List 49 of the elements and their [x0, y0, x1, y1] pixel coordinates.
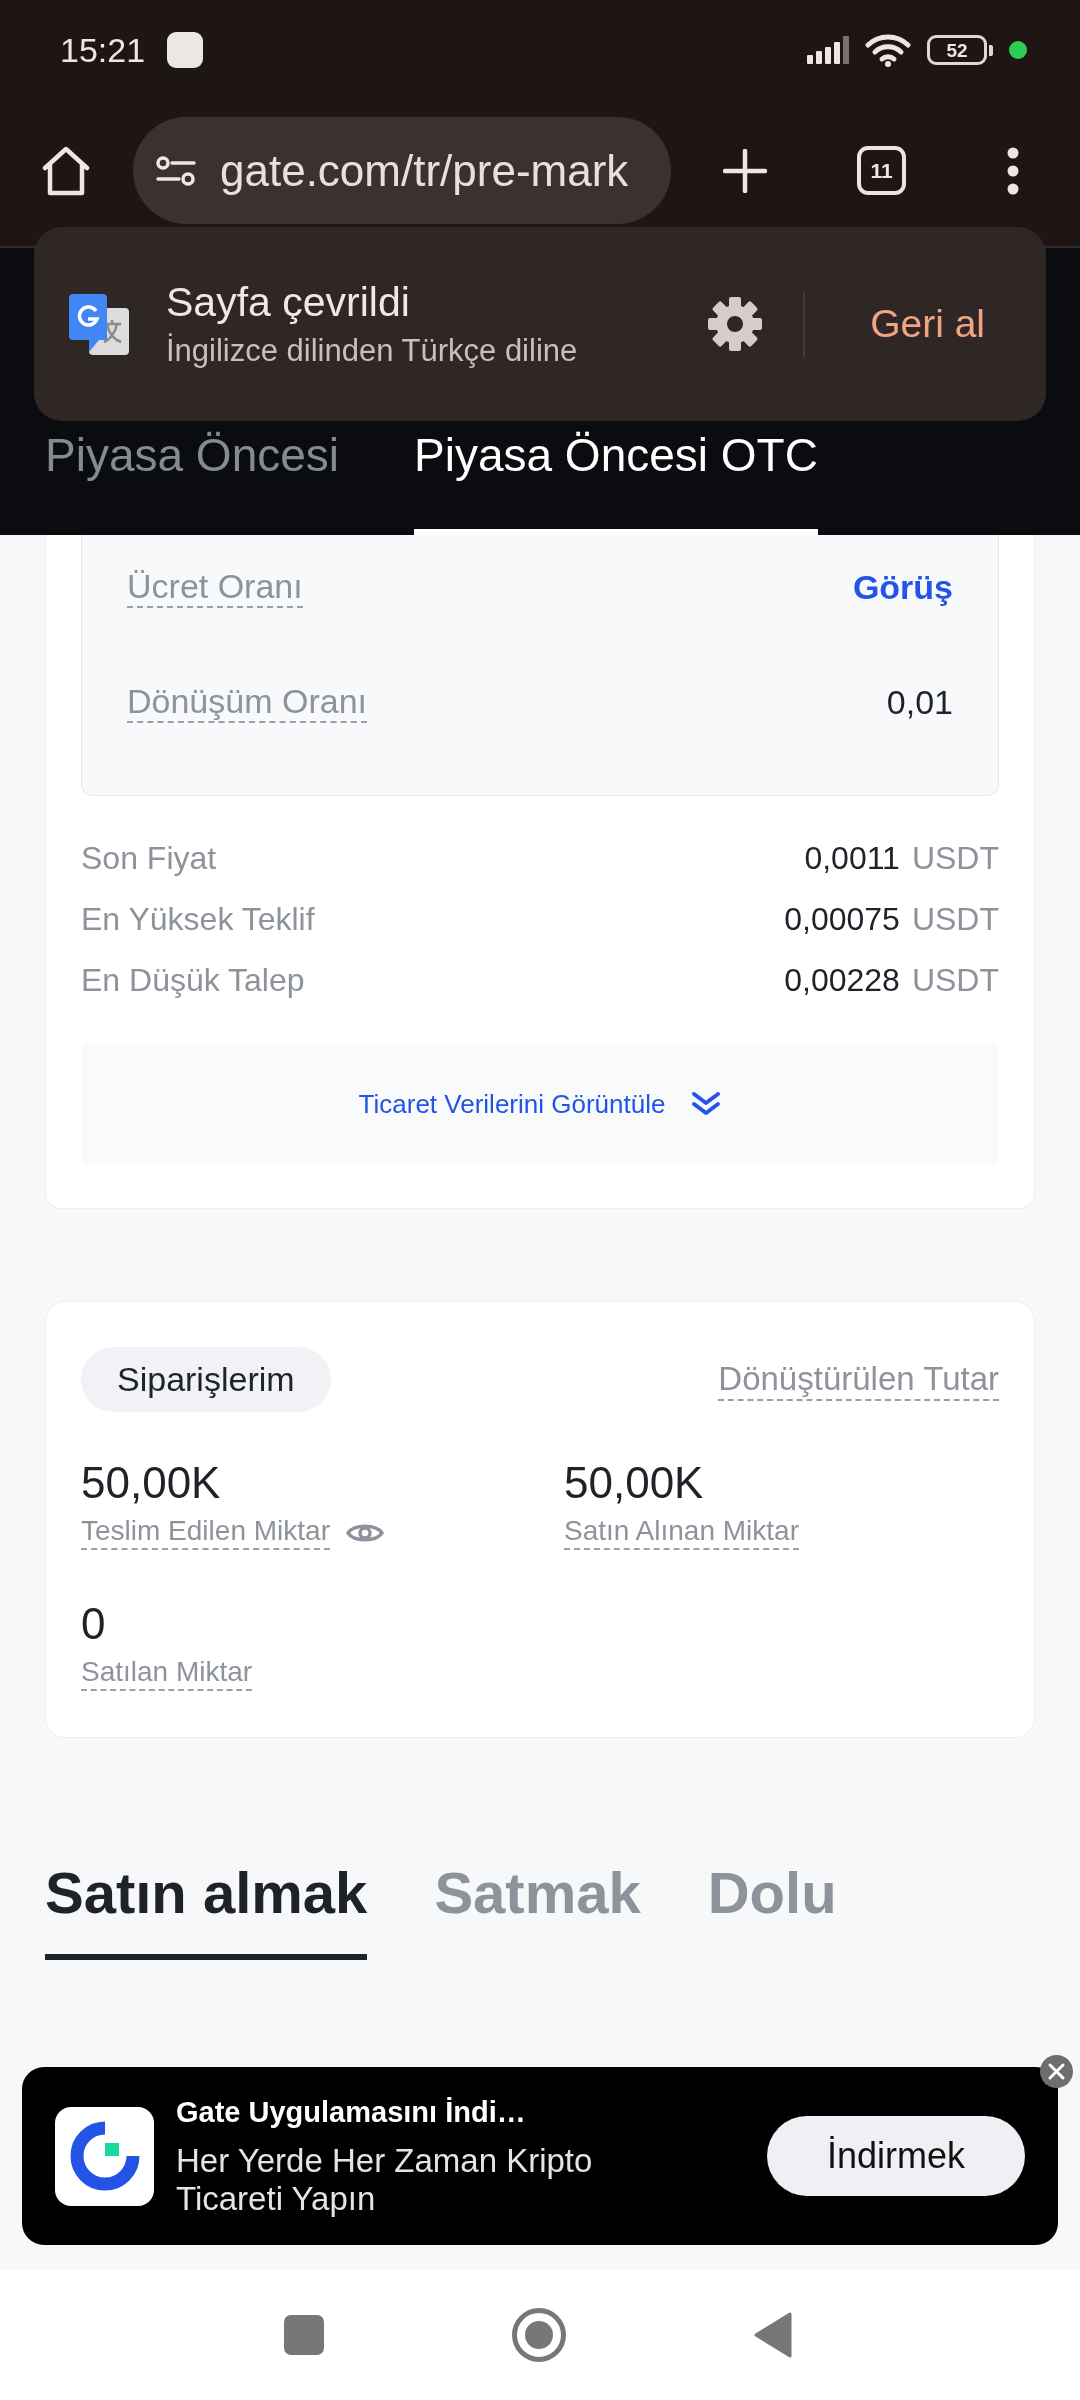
- price-label: Son Fiyat: [81, 838, 217, 878]
- clock: 15:21: [60, 29, 146, 71]
- stat-value: 50,00K: [81, 1457, 221, 1509]
- stat-value: 50,00K: [564, 1457, 704, 1509]
- banner-subtitle: Her Yerde Her Zaman Kripto Ticareti Yapın: [176, 2142, 594, 2218]
- rate-value: 0,01: [886, 681, 953, 723]
- price-label: En Yüksek Teklif: [81, 899, 315, 939]
- market-tab[interactable]: Piyasa Öncesi: [45, 428, 339, 535]
- converted-amount-label: Dönüştürülen Tutar: [718, 1358, 999, 1401]
- price-value: 0,00228: [784, 960, 900, 1000]
- price-value: 0,0011: [804, 838, 900, 878]
- notification-icon: [167, 32, 204, 68]
- trade-tab[interactable]: Satın almak: [45, 1859, 368, 1960]
- plus-icon[interactable]: [723, 148, 767, 193]
- home-circle-icon[interactable]: [512, 2308, 566, 2362]
- close-icon[interactable]: [1040, 2055, 1073, 2088]
- undo-button[interactable]: Geri al: [870, 294, 985, 354]
- wifi-icon: [865, 33, 911, 67]
- address-bar[interactable]: gate.com/tr/pre-mark: [133, 117, 671, 224]
- popup-subtitle: İngilizce dilinden Türkçe diline: [166, 332, 579, 370]
- recent-apps-icon[interactable]: [284, 2315, 324, 2355]
- stat-value: 0: [81, 1598, 106, 1650]
- url-text: gate.com/tr/pre-mark: [220, 144, 629, 197]
- stat-label: Teslim Edilen Miktar: [81, 1516, 330, 1550]
- double-chevron-down-icon: [691, 1091, 722, 1117]
- signal-icon: [807, 36, 851, 64]
- back-icon[interactable]: [754, 2312, 792, 2358]
- orders-tab[interactable]: Siparişlerim: [81, 1347, 331, 1412]
- home-icon[interactable]: [41, 145, 91, 196]
- tab-switcher-button[interactable]: 11: [857, 146, 906, 195]
- stat-label: Satılan Miktar: [81, 1657, 253, 1691]
- price-label: En Düşük Talep: [81, 960, 305, 1000]
- price-unit: USDT: [911, 899, 999, 939]
- rate-label: Ücret Oranı: [127, 566, 303, 608]
- rate-label: Dönüşüm Oranı: [127, 681, 367, 723]
- price-value: 0,00075: [784, 899, 900, 939]
- view-trade-data-button[interactable]: Ticaret Verilerini Görüntüle: [81, 1044, 999, 1164]
- price-unit: USDT: [911, 960, 999, 1000]
- translate-icon: [69, 293, 129, 355]
- download-button[interactable]: İndirmek: [767, 2116, 1025, 2196]
- settings-icon[interactable]: [708, 297, 763, 351]
- view-link[interactable]: Görüş: [852, 561, 953, 613]
- stat-label: Satın Alınan Miktar: [564, 1516, 799, 1550]
- banner-title: Gate Uygulamasını İndi…: [176, 2095, 527, 2130]
- battery-percentage: 52: [946, 40, 968, 60]
- page-info-icon[interactable]: [156, 155, 196, 186]
- popup-title: Sayfa çevrildi: [166, 278, 411, 326]
- price-unit: USDT: [911, 838, 999, 878]
- app-logo-icon: [55, 2106, 154, 2206]
